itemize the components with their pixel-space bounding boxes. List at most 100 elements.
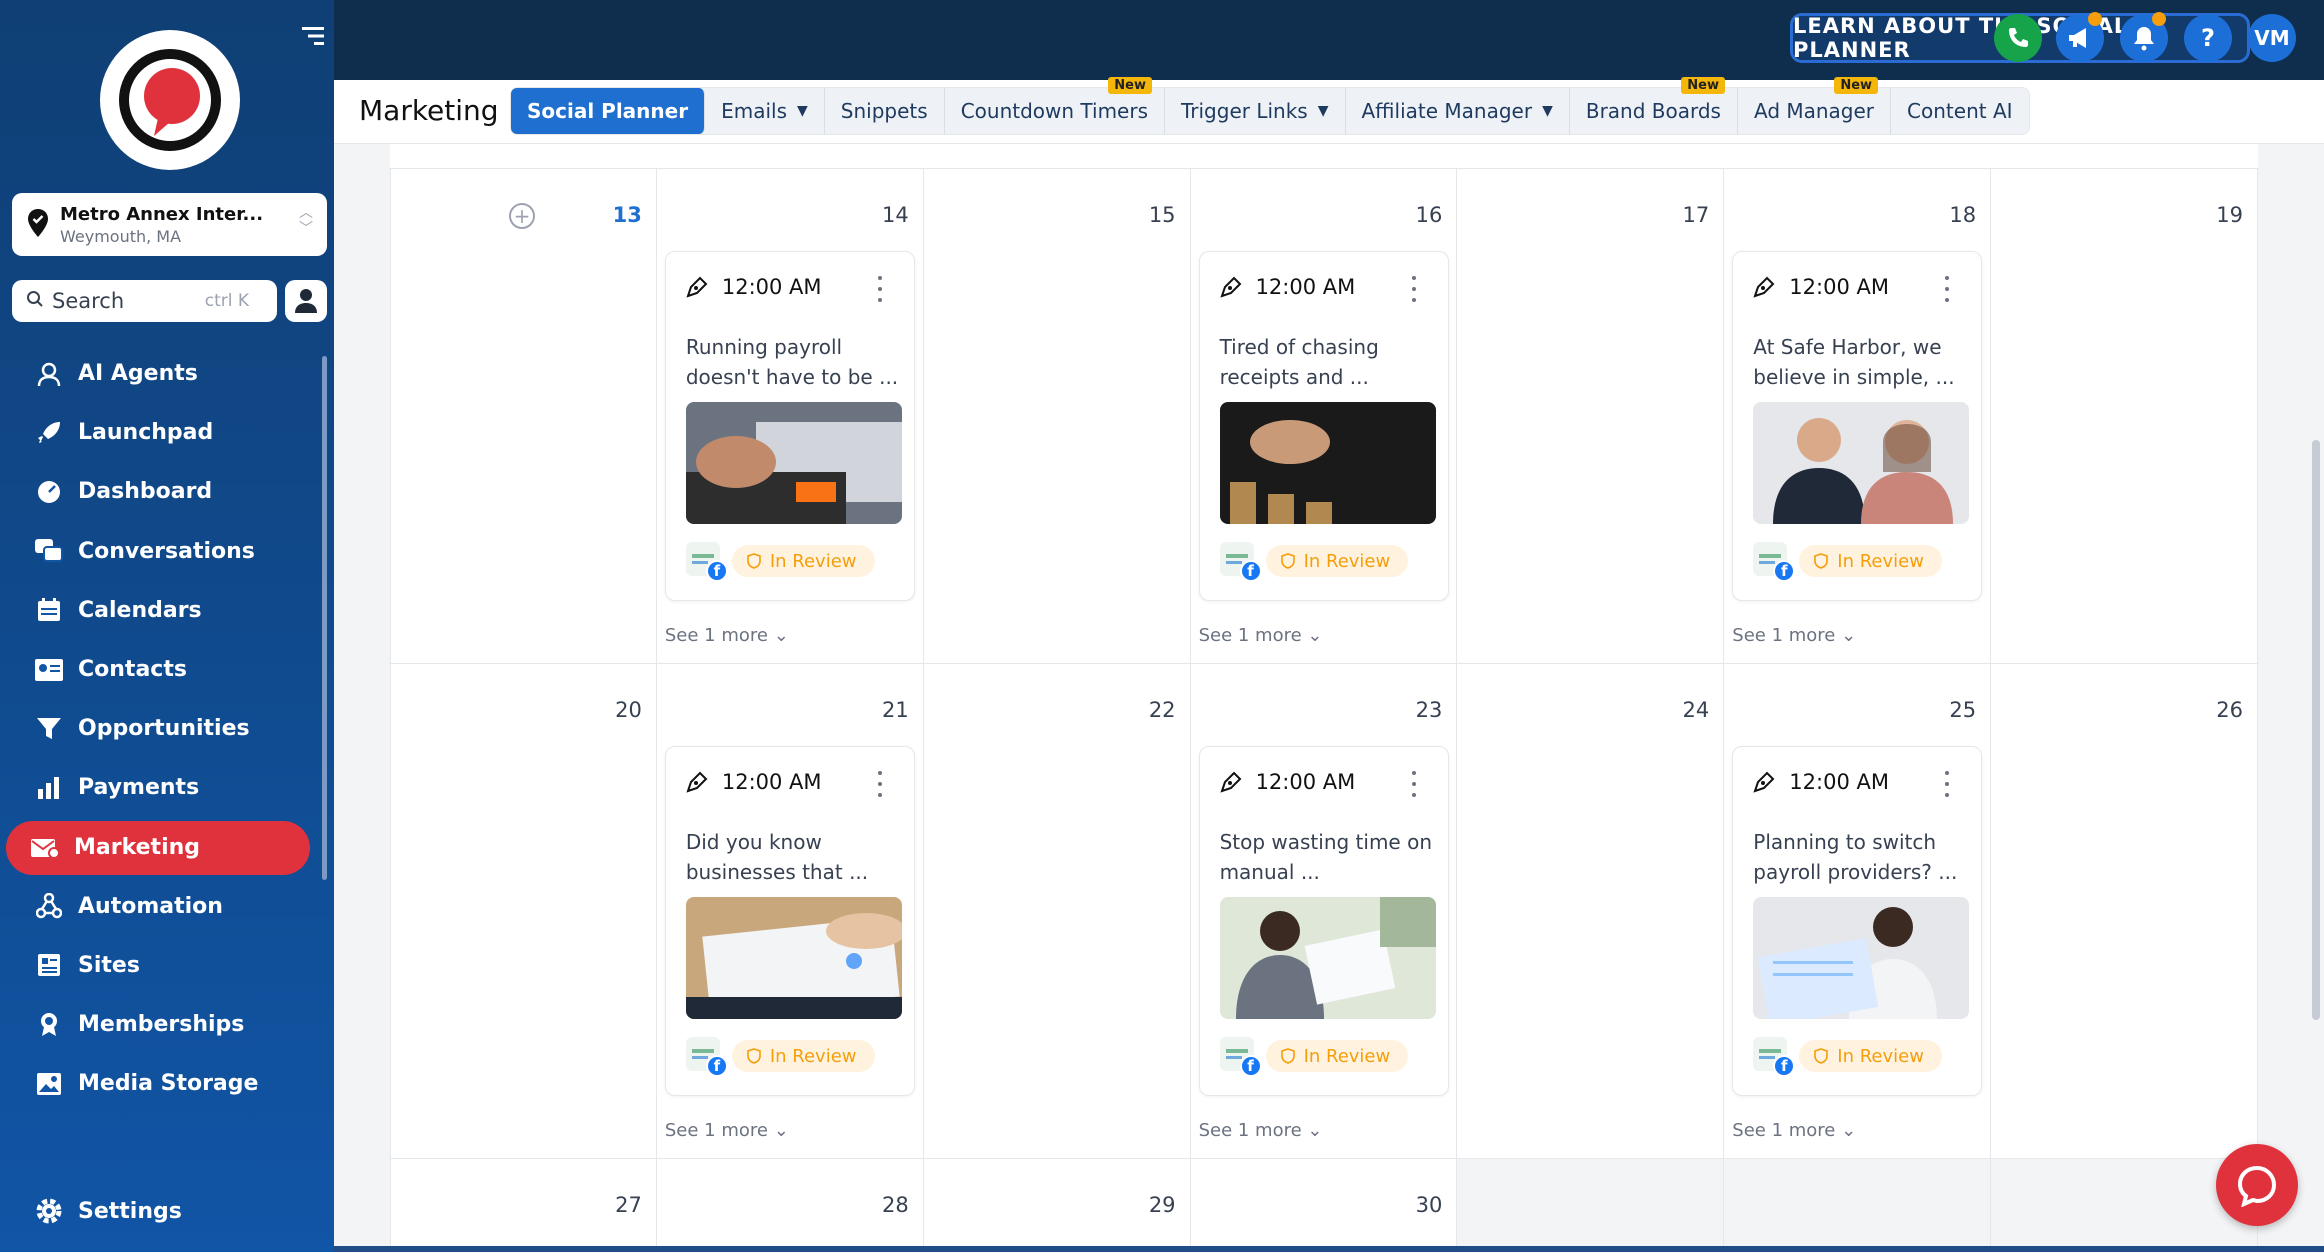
sidebar-item-sites[interactable]: Sites	[0, 936, 320, 995]
bottom-strip	[334, 1246, 2324, 1252]
calendar-day[interactable]: 19	[1991, 169, 2258, 663]
bell-icon[interactable]	[2120, 12, 2168, 62]
post-excerpt: Planning to switch payroll providers? ..…	[1753, 830, 1958, 884]
review-shield-icon	[747, 1048, 761, 1064]
calendar-day[interactable]: 26	[1991, 664, 2258, 1158]
more-options-icon[interactable]	[1411, 276, 1418, 302]
sidebar-item-automation[interactable]: Automation	[0, 877, 320, 936]
tab-brand-boards[interactable]: Brand Boards New	[1570, 77, 1738, 134]
calendar-day[interactable]: + 13	[390, 169, 657, 663]
add-post-icon[interactable]: +	[509, 203, 535, 229]
help-icon[interactable]: ?	[2184, 14, 2232, 62]
membership-icon	[34, 1009, 64, 1039]
chat-widget-button[interactable]	[2216, 1144, 2298, 1226]
see-more-link[interactable]: See 1 more ⌄	[1199, 1120, 1323, 1141]
tab-affiliate-manager[interactable]: Affiliate Manager ▼	[1346, 88, 1570, 134]
calendar-day[interactable]: 16 12:00 AM Tired of chasing receipts an…	[1191, 169, 1458, 663]
see-more-link[interactable]: See 1 more ⌄	[665, 625, 789, 646]
sidebar-item-conversations[interactable]: Conversations	[0, 522, 320, 581]
sidebar-item-memberships[interactable]: Memberships	[0, 995, 320, 1054]
user-avatar[interactable]: VM	[2248, 14, 2296, 62]
sidebar-item-dashboard[interactable]: Dashboard	[0, 462, 320, 521]
see-more-label: See 1 more	[664, 1120, 768, 1141]
calendar-day[interactable]: 20	[390, 664, 657, 1158]
more-options-icon[interactable]	[1945, 771, 1951, 797]
see-more-link[interactable]: See 1 more ⌄	[1199, 625, 1323, 646]
megaphone-icon[interactable]	[2056, 12, 2104, 62]
tab-social-planner[interactable]: Social Planner	[511, 88, 706, 134]
calendar-day[interactable]: 29	[924, 1159, 1191, 1252]
calendar-day[interactable]: 25 12:00 AM Planning to switch payroll p…	[1724, 664, 1992, 1158]
post-card[interactable]: 12:00 AM Did you know businesses that ..…	[664, 746, 915, 1096]
post-card[interactable]: 12:00 AM At Safe Harbor, we believe in s…	[1732, 251, 1983, 601]
sidebar-nav: AI Agents Launchpad Dashboard Conversati…	[0, 344, 320, 1113]
calendar-day[interactable]: 15	[924, 169, 1191, 663]
tab-countdown-timers[interactable]: Countdown Timers New	[945, 77, 1165, 134]
calendar-day[interactable]: 17	[1457, 169, 1725, 663]
calendar-day[interactable]: 14 12:00 AM Running payroll doesn't have…	[657, 169, 924, 663]
post-card[interactable]: 12:00 AM Stop wasting time on manual ...…	[1198, 746, 1449, 1096]
brand-logo[interactable]	[100, 30, 240, 170]
chevron-down-icon: ⌄	[1307, 625, 1323, 646]
user-profile-button[interactable]	[285, 280, 327, 322]
calendar-day[interactable]: 21 12:00 AM Did you know businesses that…	[657, 664, 924, 1158]
sidebar-item-opportunities[interactable]: Opportunities	[0, 699, 320, 758]
post-card[interactable]: 12:00 AM Planning to switch payroll prov…	[1732, 746, 1983, 1096]
calendar-day[interactable]: 27	[390, 1159, 657, 1252]
rocket-icon	[34, 418, 64, 448]
calendar-day[interactable]: 22	[924, 664, 1191, 1158]
phone-icon[interactable]	[1994, 14, 2042, 62]
sidebar-item-payments[interactable]: Payments	[0, 758, 320, 817]
day-number: 21	[881, 698, 909, 722]
sidebar-item-calendars[interactable]: Calendars	[0, 581, 320, 640]
post-image	[1753, 897, 1970, 1019]
calendar-day[interactable]: 24	[1457, 664, 1725, 1158]
sidebar-scrollbar-thumb[interactable]	[322, 356, 327, 880]
see-more-link[interactable]: See 1 more ⌄	[1732, 1120, 1856, 1141]
collapse-menu-icon[interactable]	[300, 24, 328, 52]
location-pin-icon	[26, 208, 50, 242]
search-input[interactable]: Search ctrl K	[12, 280, 277, 322]
sidebar-item-label: AI Agents	[78, 361, 198, 387]
status-label: In Review	[769, 550, 857, 572]
day-number: 23	[1415, 698, 1443, 722]
tab-snippets[interactable]: Snippets	[825, 88, 945, 134]
pen-icon	[1753, 771, 1775, 793]
tab-ad-manager[interactable]: Ad Manager New	[1738, 77, 1892, 134]
social-planner-calendar: + 13 14 12:00 AM Running payroll doesn't…	[390, 144, 2258, 1252]
day-number: 16	[1415, 203, 1443, 227]
sidebar-item-contacts[interactable]: Contacts	[0, 640, 320, 699]
calendar-day[interactable]: 30	[1191, 1159, 1458, 1252]
sites-icon	[34, 950, 64, 980]
more-options-icon[interactable]	[877, 771, 884, 797]
sidebar-item-launchpad[interactable]: Launchpad	[0, 403, 320, 462]
sidebar-item-media-storage[interactable]: Media Storage	[0, 1054, 320, 1113]
post-card[interactable]: 12:00 AM Running payroll doesn't have to…	[664, 251, 915, 601]
calendar-day[interactable]: 23 12:00 AM Stop wasting time on manual …	[1191, 664, 1458, 1158]
social-account-avatar: f	[685, 1037, 728, 1077]
calendar-scrollbar[interactable]	[2312, 440, 2320, 1020]
calendar-day[interactable]: 18 12:00 AM At Safe Harbor, we believe i…	[1724, 169, 1992, 663]
sidebar-item-ai-agents[interactable]: AI Agents	[0, 344, 320, 403]
calendar-day[interactable]: 28	[657, 1159, 924, 1252]
tab-emails[interactable]: Emails ▼	[705, 88, 825, 134]
tab-content-ai[interactable]: Content AI	[1891, 88, 2028, 134]
sidebar-item-settings[interactable]: Settings	[34, 1196, 182, 1226]
post-time-label: 12:00 AM	[721, 275, 822, 299]
tab-label: Affiliate Manager	[1361, 99, 1533, 123]
more-options-icon[interactable]	[1945, 276, 1951, 302]
marketing-tabs: Social Planner Emails ▼ Snippets Countdow…	[510, 77, 2030, 135]
pen-icon	[686, 276, 708, 298]
location-switcher[interactable]: Metro Annex Inter... Weymouth, MA ︿ ﹀	[12, 193, 327, 256]
tab-trigger-links[interactable]: Trigger Links ▼	[1165, 88, 1346, 134]
day-number: 19	[2216, 203, 2243, 227]
more-options-icon[interactable]	[877, 276, 884, 302]
sidebar-item-marketing[interactable]: Marketing	[6, 820, 310, 875]
day-number: 29	[1148, 1193, 1176, 1217]
see-more-link[interactable]: See 1 more ⌄	[665, 1120, 789, 1141]
calendar-week: 27 28 29 30	[390, 1158, 2258, 1252]
more-options-icon[interactable]	[1411, 771, 1418, 797]
status-badge: In Review	[731, 1040, 875, 1072]
see-more-link[interactable]: See 1 more ⌄	[1732, 625, 1856, 646]
post-card[interactable]: 12:00 AM Tired of chasing receipts and .…	[1198, 251, 1449, 601]
